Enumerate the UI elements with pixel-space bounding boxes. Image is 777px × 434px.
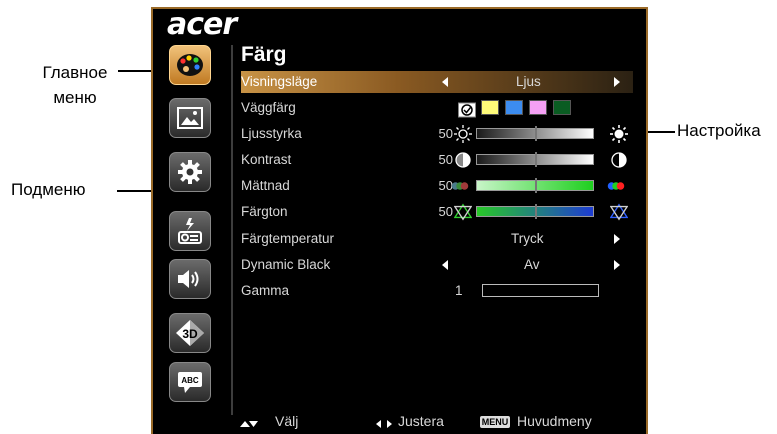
row-tint-label: Färgton bbox=[241, 204, 288, 219]
row-contrast[interactable]: Kontrast 50 bbox=[241, 149, 633, 171]
annotation-main-menu-line1: Главное bbox=[42, 63, 108, 82]
display-mode-value: Ljus bbox=[516, 74, 541, 89]
row-tint[interactable]: Färgton 50 bbox=[241, 201, 633, 223]
dynamic-black-value: Av bbox=[524, 257, 540, 272]
contrast-high-icon bbox=[611, 152, 627, 168]
row-display-mode-label: Visningsläge bbox=[241, 74, 318, 89]
saturation-value: 50 bbox=[438, 178, 453, 193]
menu-language-button[interactable]: ABC bbox=[169, 362, 211, 402]
color-temperature-value: Tryck bbox=[511, 231, 544, 246]
right-arrow-icon[interactable] bbox=[614, 234, 620, 244]
osd-menu-panel: acer 3D ABC Färg Visningsläge Ljus Väggf… bbox=[151, 7, 648, 434]
saturation-slider[interactable] bbox=[476, 178, 594, 193]
tint-value: 50 bbox=[438, 204, 453, 219]
acer-logo: acer bbox=[167, 7, 237, 42]
footer-select-label: Välj bbox=[275, 413, 299, 429]
left-arrow-icon[interactable] bbox=[442, 77, 448, 87]
left-arrow-icon[interactable] bbox=[442, 260, 448, 270]
brightness-value: 50 bbox=[438, 126, 453, 141]
menu-key-badge: MENU bbox=[480, 416, 510, 428]
row-brightness-label: Ljusstyrka bbox=[241, 126, 302, 141]
slider-marker bbox=[535, 178, 537, 193]
annotation-setting: Настройка bbox=[677, 121, 761, 140]
right-arrow-icon[interactable] bbox=[614, 260, 620, 270]
sun-bright-icon bbox=[610, 125, 628, 143]
menu-audio-button[interactable] bbox=[169, 259, 211, 299]
hexagram-blue-icon bbox=[610, 203, 628, 221]
projector-icon bbox=[178, 218, 202, 244]
menu-divider bbox=[231, 45, 233, 415]
annotation-main-menu: Главное меню bbox=[32, 60, 118, 110]
row-display-mode[interactable]: Visningsläge Ljus bbox=[241, 71, 633, 93]
slider-marker bbox=[535, 204, 537, 219]
gamma-value: 1 bbox=[455, 283, 463, 298]
row-wall-color[interactable]: Väggfärg bbox=[241, 97, 633, 119]
image-icon bbox=[177, 107, 203, 129]
submenu-title: Färg bbox=[241, 43, 287, 66]
gear-icon bbox=[178, 160, 202, 184]
row-saturation-label: Mättnad bbox=[241, 178, 290, 193]
swatch-yellow[interactable] bbox=[481, 100, 499, 115]
checked-swatch-icon[interactable] bbox=[458, 101, 476, 119]
brightness-slider[interactable] bbox=[476, 126, 594, 141]
row-color-temperature-label: Färgtemperatur bbox=[241, 231, 335, 246]
annotation-main-menu-line2: меню bbox=[53, 88, 97, 107]
contrast-value: 50 bbox=[438, 152, 453, 167]
row-wall-color-label: Väggfärg bbox=[241, 100, 296, 115]
slider-marker bbox=[535, 152, 537, 167]
rgb-circles-bright-icon bbox=[607, 182, 625, 190]
row-contrast-label: Kontrast bbox=[241, 152, 292, 167]
menu-image-button[interactable] bbox=[169, 98, 211, 138]
row-saturation[interactable]: Mättnad 50 bbox=[241, 175, 633, 197]
swatch-pink[interactable] bbox=[529, 100, 547, 115]
up-down-arrows-icon bbox=[240, 421, 258, 427]
swatch-green[interactable] bbox=[553, 100, 571, 115]
svg-text:ABC: ABC bbox=[181, 376, 199, 385]
menu-settings-button[interactable] bbox=[169, 152, 211, 192]
footer-adjust-label: Justera bbox=[398, 413, 444, 429]
svg-text:3D: 3D bbox=[182, 327, 198, 341]
row-gamma[interactable]: Gamma 1 bbox=[241, 280, 633, 302]
speaker-icon bbox=[178, 270, 199, 288]
tint-slider[interactable] bbox=[476, 204, 594, 219]
gamma-field[interactable] bbox=[482, 284, 599, 297]
slider-marker bbox=[535, 126, 537, 141]
footer-main-menu-label: Huvudmeny bbox=[517, 413, 592, 429]
row-color-temperature[interactable]: Färgtemperatur Tryck bbox=[241, 228, 633, 250]
sun-dim-icon bbox=[454, 125, 472, 143]
palette-icon bbox=[177, 54, 203, 76]
hexagram-green-icon bbox=[454, 203, 472, 221]
row-dynamic-black-label: Dynamic Black bbox=[241, 257, 331, 272]
menu-color-button[interactable] bbox=[169, 45, 211, 85]
row-gamma-label: Gamma bbox=[241, 283, 290, 298]
3d-icon: 3D bbox=[176, 320, 204, 346]
left-right-arrows-icon bbox=[376, 420, 392, 428]
abc-icon: ABC bbox=[178, 372, 202, 393]
row-brightness[interactable]: Ljusstyrka 50 bbox=[241, 123, 633, 145]
menu-3d-button[interactable]: 3D bbox=[169, 313, 211, 353]
right-arrow-icon[interactable] bbox=[614, 77, 620, 87]
contrast-low-icon bbox=[455, 152, 471, 168]
annotation-submenu: Подменю bbox=[11, 180, 86, 199]
menu-management-button[interactable] bbox=[169, 211, 211, 251]
row-dynamic-black[interactable]: Dynamic Black Av bbox=[241, 254, 633, 276]
swatch-blue[interactable] bbox=[505, 100, 523, 115]
rgb-circles-dim-icon bbox=[451, 182, 469, 190]
contrast-slider[interactable] bbox=[476, 152, 594, 167]
